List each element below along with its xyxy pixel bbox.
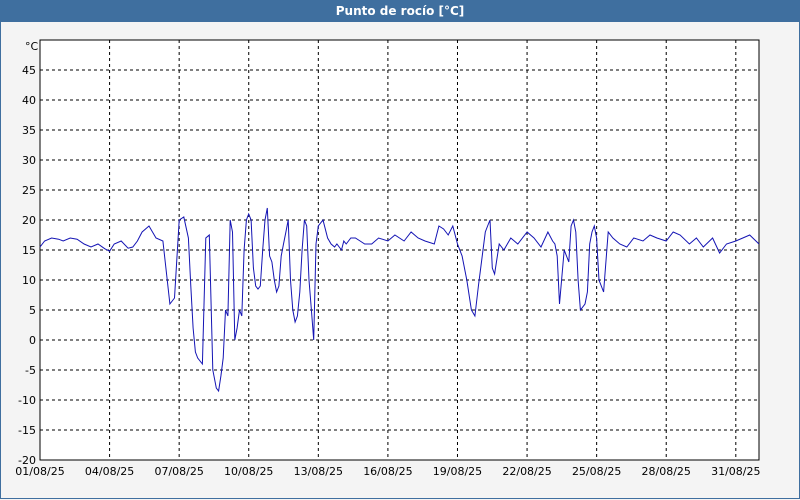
y-tick-label: 0 <box>29 334 36 347</box>
x-tick-label: 16/08/25 <box>363 465 412 478</box>
y-tick-label: -15 <box>18 424 36 437</box>
y-tick-label: -10 <box>18 394 36 407</box>
y-tick-label: 5 <box>29 304 36 317</box>
y-tick-label: 30 <box>22 154 36 167</box>
y-tick-label: 25 <box>22 184 36 197</box>
x-tick-label: 10/08/25 <box>224 465 273 478</box>
x-tick-label: 22/08/25 <box>502 465 551 478</box>
plot-area <box>39 39 760 461</box>
chart-window: Punto de rocío [°C] -20 -15 -10 -5 0 5 10 15 20 2… <box>0 0 800 500</box>
y-tick-label: 20 <box>22 214 36 227</box>
x-tick-label: 19/08/25 <box>433 465 482 478</box>
y-tick-label: 45 <box>22 64 36 77</box>
x-tick-label: 01/08/25 <box>15 465 64 478</box>
y-tick-label: 10 <box>22 274 36 287</box>
x-tick-label: 04/08/25 <box>85 465 134 478</box>
dew-point-chart: -20-15-10-505101520253035404501/08/25 04/… <box>15 39 761 478</box>
x-tick-label: 07/08/25 <box>154 465 203 478</box>
y-tick-label: 40 <box>22 94 36 107</box>
x-tick-label: 28/08/25 <box>642 465 691 478</box>
y-axis-unit-label: °C <box>25 40 39 53</box>
y-tick-label: -5 <box>25 364 36 377</box>
x-tick-label: 13/08/25 <box>294 465 343 478</box>
y-tick-label: 15 <box>22 244 36 257</box>
x-tick-label: 31/08/25 <box>711 465 760 478</box>
y-tick-label: 35 <box>22 124 36 137</box>
x-tick-label: 25/08/25 <box>572 465 621 478</box>
